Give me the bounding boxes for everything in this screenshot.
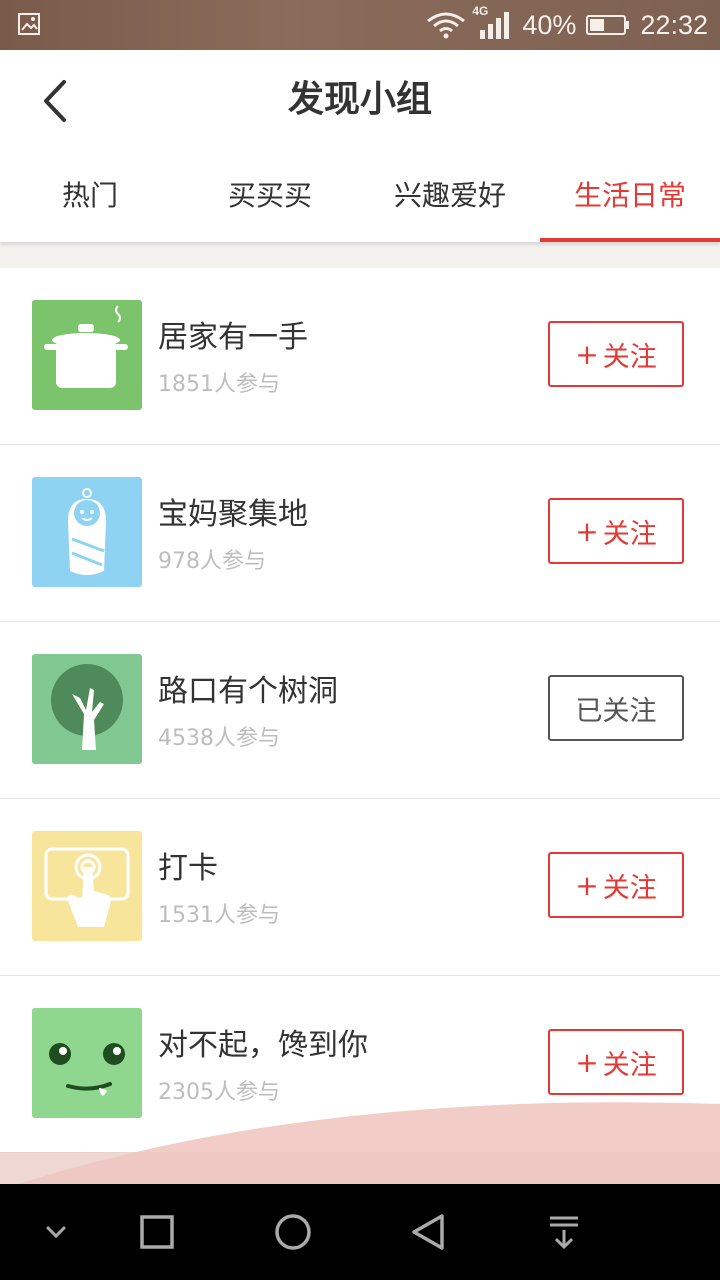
back-arrow-icon[interactable]: [36, 76, 76, 126]
group-name: 对不起，馋到你: [158, 1028, 368, 1063]
group-name: 宝妈聚集地: [158, 497, 308, 532]
participant-count: 1531人参与: [158, 903, 280, 928]
tap-icon: [32, 831, 142, 941]
group-row[interactable]: 路口有个树洞 4538人参与 已关注: [0, 622, 720, 799]
group-name: 居家有一手: [158, 320, 308, 355]
battery-icon: [586, 15, 630, 35]
group-row[interactable]: 打卡 1531人参与 + 关注: [0, 799, 720, 976]
tab-hobbies[interactable]: 兴趣爱好: [360, 150, 540, 242]
battery-percent: 40%: [522, 9, 577, 40]
follow-button-label: 已关注: [575, 695, 657, 727]
plus-icon: +: [575, 868, 599, 902]
follow-button-label: 关注: [602, 341, 657, 373]
network-type: 4G: [472, 4, 489, 18]
status-bar: 4G 40% 22:32: [0, 0, 720, 50]
plus-icon: +: [575, 1045, 599, 1079]
header: 发现小组: [0, 50, 720, 150]
follow-button[interactable]: + 关注: [548, 852, 684, 918]
follow-button[interactable]: + 关注: [548, 321, 684, 387]
back-triangle-icon[interactable]: [398, 1202, 458, 1262]
wifi-icon: [427, 12, 466, 39]
notification-pull-down-icon[interactable]: [534, 1202, 594, 1262]
tab-shopping[interactable]: 买买买: [180, 150, 360, 242]
follow-button-label: 关注: [602, 1049, 657, 1081]
decorative-wave: [0, 1102, 720, 1190]
follow-button[interactable]: + 关注: [548, 1029, 684, 1095]
pot-icon: [32, 300, 142, 410]
chevron-down-icon[interactable]: [26, 1202, 86, 1262]
gallery-notification-icon: [18, 13, 40, 35]
recents-square-icon[interactable]: [127, 1202, 187, 1262]
follow-button[interactable]: + 关注: [548, 498, 684, 564]
group-row[interactable]: 宝妈聚集地 978人参与 + 关注: [0, 445, 720, 622]
participant-count: 978人参与: [158, 549, 266, 574]
group-row[interactable]: 居家有一手 1851人参与 + 关注: [0, 268, 720, 445]
participant-count: 1851人参与: [158, 372, 280, 397]
group-name: 路口有个树洞: [158, 674, 338, 709]
home-circle-icon[interactable]: [263, 1202, 323, 1262]
follow-button-label: 关注: [602, 518, 657, 550]
navigation-bar: [0, 1184, 720, 1280]
page-title: 发现小组: [287, 79, 432, 120]
signal-icon: 4G: [472, 4, 512, 40]
tab-daily-life[interactable]: 生活日常: [540, 150, 720, 242]
clock: 22:32: [640, 9, 708, 40]
participant-count: 4538人参与: [158, 726, 280, 751]
group-name: 打卡: [158, 851, 218, 886]
tree-icon: [32, 654, 142, 764]
plus-icon: +: [575, 514, 599, 548]
followed-button[interactable]: 已关注: [548, 675, 684, 741]
plus-icon: +: [575, 337, 599, 371]
group-list: 居家有一手 1851人参与 + 关注 宝妈聚集地 978人参与 + 关注 路口有…: [0, 268, 720, 1153]
category-tabs: 热门 买买买 兴趣爱好 生活日常: [0, 150, 720, 242]
baby-icon: [32, 477, 142, 587]
tab-hot[interactable]: 热门: [0, 150, 180, 242]
follow-button-label: 关注: [602, 872, 657, 904]
